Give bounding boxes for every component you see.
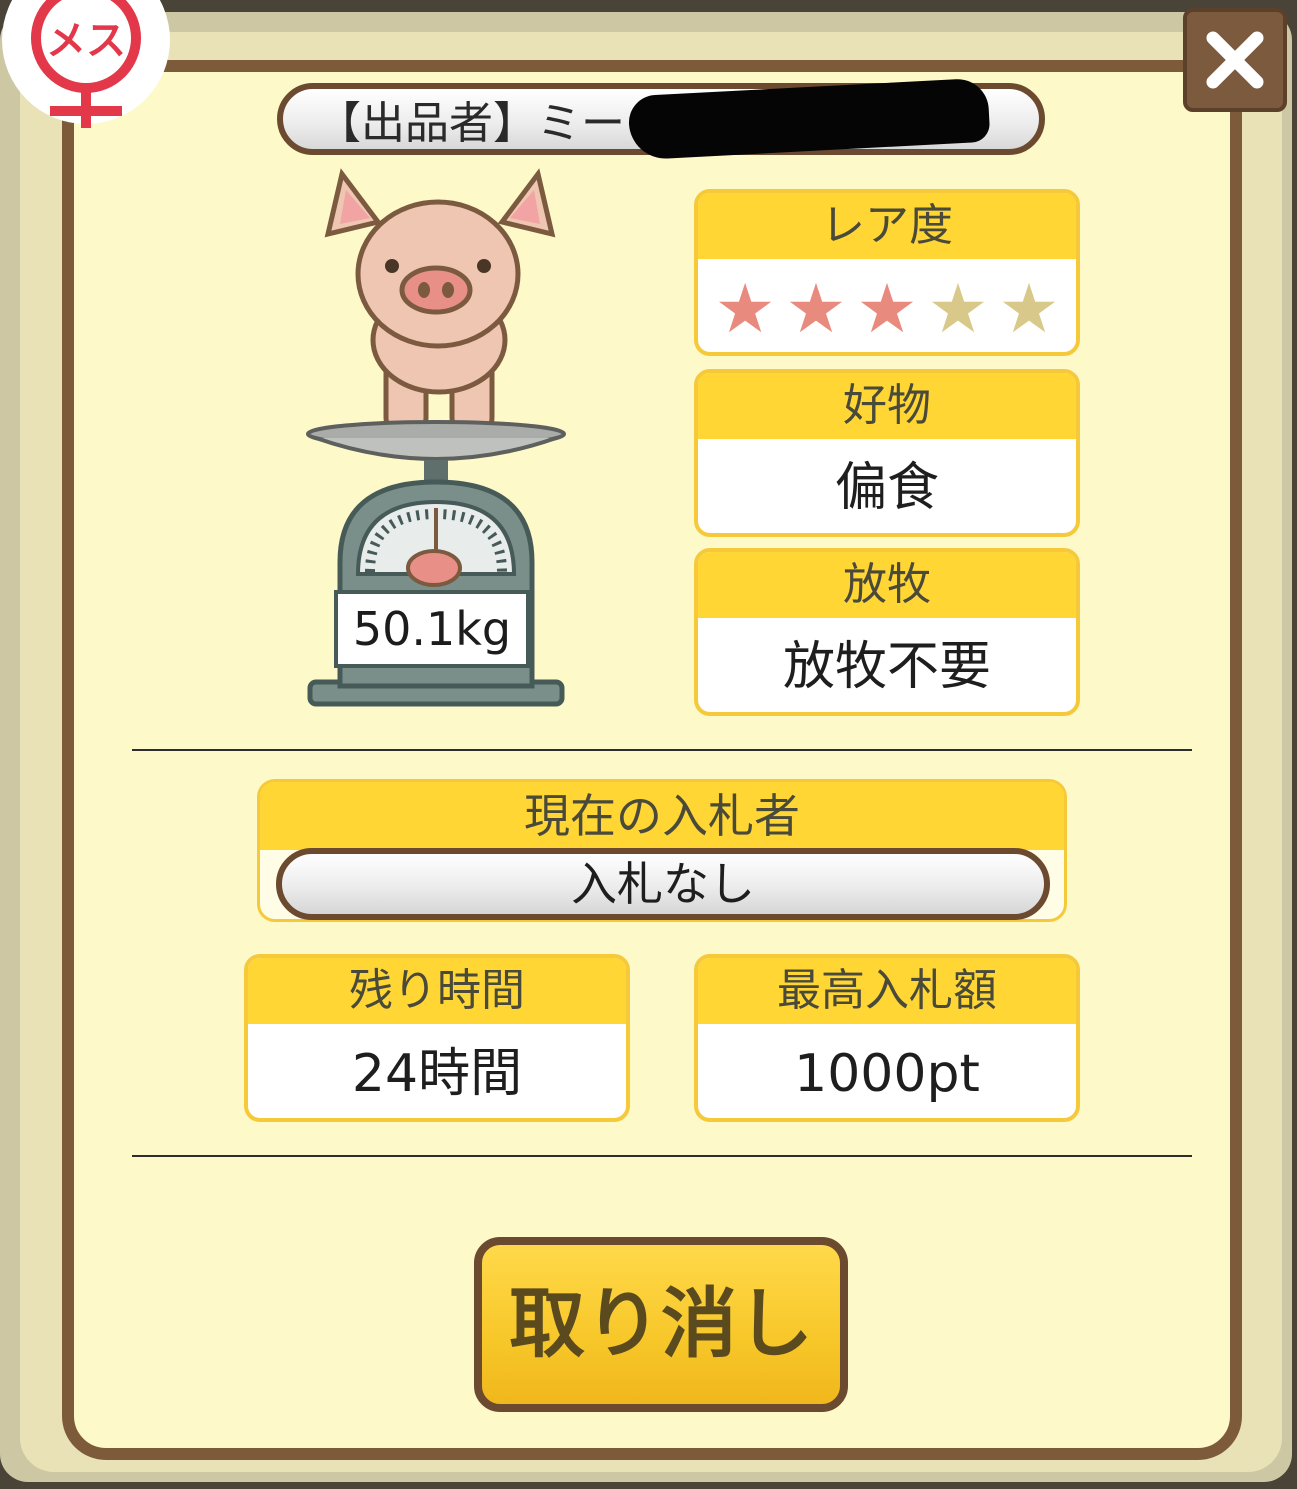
star-filled-icon: ★ (714, 270, 776, 349)
close-icon (1206, 31, 1264, 89)
star-filled-icon: ★ (856, 270, 918, 349)
max-bid-box: 最高入札額 1000pt (694, 954, 1080, 1122)
grazing-label: 放牧 (698, 552, 1076, 618)
grazing-value: 放牧不要 (782, 637, 991, 697)
star-empty-icon: ★ (998, 270, 1060, 349)
current-bidder-label: 現在の入札者 (260, 782, 1064, 850)
rarity-box: レア度 ★ ★ ★ ★ ★ (694, 189, 1080, 356)
time-left-label: 残り時間 (248, 958, 626, 1024)
weight-readout: 50.1kg (334, 590, 530, 668)
seller-name-bar: 【出品者】ミー (277, 77, 1045, 161)
rarity-stars: ★ ★ ★ ★ ★ (698, 259, 1076, 347)
close-button[interactable] (1183, 8, 1287, 112)
gender-label: メス (46, 19, 126, 63)
current-bidder-value: 入札なし (276, 848, 1050, 920)
divider-bottom (132, 1155, 1192, 1157)
max-bid-value: 1000pt (794, 1044, 980, 1104)
cancel-button[interactable]: 取り消し (474, 1237, 848, 1412)
favorite-value: 偏食 (834, 458, 939, 518)
seller-label: 【出品者】ミー (317, 98, 625, 149)
time-left-value: 24時間 (351, 1044, 523, 1104)
favorite-label: 好物 (698, 373, 1076, 439)
divider-top (132, 749, 1192, 751)
max-bid-label: 最高入札額 (698, 958, 1076, 1024)
time-left-box: 残り時間 24時間 (244, 954, 630, 1122)
favorite-food-box: 好物 偏食 (694, 369, 1080, 537)
redacted-seller-name (627, 77, 991, 161)
rarity-label: レア度 (698, 193, 1076, 259)
grazing-box: 放牧 放牧不要 (694, 548, 1080, 716)
current-bidder-box: 現在の入札者 入札なし (257, 779, 1067, 922)
star-filled-icon: ★ (785, 270, 847, 349)
star-empty-icon: ★ (927, 270, 989, 349)
female-symbol-icon: メス (2, 0, 170, 128)
